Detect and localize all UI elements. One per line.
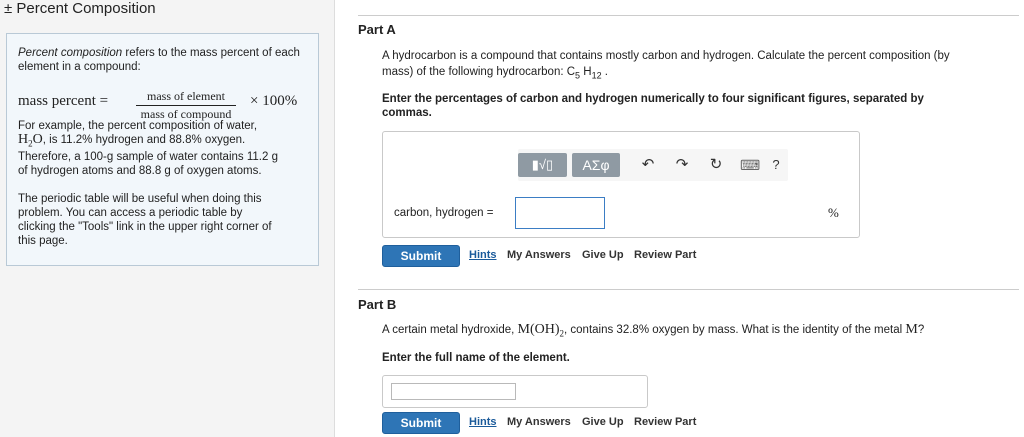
part-a-instruction-line2: commas. [382, 107, 432, 119]
example-mid: , is 11.2% hydrogen and 88.8% oxygen. [42, 134, 246, 146]
part-b-instruction: Enter the full name of the element. [382, 352, 570, 364]
periodic-line4: this page. [18, 235, 68, 247]
part-b-divider [358, 289, 1019, 290]
question-prefix: mass) of the following hydrocarbon: C [382, 66, 576, 78]
part-b-question-mid: , contains 32.8% oxygen by mass. What is… [564, 324, 906, 336]
part-b-my-answers-link[interactable]: My Answers [507, 416, 571, 428]
periodic-line3: clicking the "Tools" link in the upper r… [18, 221, 272, 233]
formula-fraction: mass of element mass of compound [136, 89, 236, 122]
part-b-title: Part B [358, 297, 397, 312]
hydroxide-formula: M(OH) [517, 322, 560, 337]
part-b-hints-link[interactable]: Hints [469, 416, 497, 428]
formula-lhs: mass percent = [18, 93, 109, 109]
part-a-review-link[interactable]: Review Part [634, 249, 696, 261]
part-a-question-line2: mass) of the following hydrocarbon: C5 H… [382, 65, 608, 82]
example-line1: For example, the percent composition of … [18, 120, 258, 132]
part-b-review-link[interactable]: Review Part [634, 416, 696, 428]
part-a-give-up-link[interactable]: Give Up [582, 249, 624, 261]
math-toolbar: ▮√▯ ΑΣφ ↶ ↷ ↻ ⌨ ? [518, 149, 788, 181]
symbols-button[interactable]: ΑΣφ [572, 153, 620, 177]
periodic-line2: problem. You can access a periodic table… [18, 207, 243, 219]
formula-numerator: mass of element [136, 89, 236, 106]
left-panel: ± Percent Composition Percent compositio… [0, 0, 335, 437]
redo-icon[interactable]: ↷ [672, 155, 692, 175]
part-a-title: Part A [358, 22, 396, 37]
formula-times: × 100% [250, 93, 298, 109]
element-name-input[interactable] [391, 383, 516, 400]
example-line3: Therefore, a 100-g sample of water conta… [18, 151, 278, 163]
part-b-question: A certain metal hydroxide, M(OH)2, conta… [382, 323, 924, 340]
part-a-hints-link[interactable]: Hints [469, 249, 497, 261]
water-formula-o: O [32, 132, 43, 147]
part-b-give-up-link[interactable]: Give Up [582, 416, 624, 428]
part-a-my-answers-link[interactable]: My Answers [507, 249, 571, 261]
part-b-question-prefix: A certain metal hydroxide, [382, 324, 518, 336]
carbon-hydrogen-input[interactable] [515, 197, 605, 229]
hydrogen-symbol: H [580, 66, 592, 78]
percent-unit: % [828, 205, 839, 220]
intro-text: Percent composition refers to the mass p… [18, 46, 313, 74]
page-title: ± Percent Composition [4, 0, 156, 17]
undo-icon[interactable]: ↶ [638, 155, 658, 175]
carbon-hydrogen-label: carbon, hydrogen = [394, 207, 494, 219]
part-a-divider [358, 15, 1019, 16]
part-b-question-end: ? [917, 324, 925, 336]
keyboard-icon[interactable]: ⌨ [740, 155, 760, 175]
example-line4: of hydrogen atoms and 88.8 g of oxygen a… [18, 165, 262, 177]
hydrogen-subscript: 12 [591, 70, 602, 81]
periodic-line1: The periodic table will be useful when d… [18, 193, 262, 205]
reset-icon[interactable]: ↻ [706, 155, 726, 175]
water-formula-h: H [18, 132, 29, 147]
part-a-instruction-line1: Enter the percentages of carbon and hydr… [382, 93, 924, 105]
mass-percent-formula: mass percent = mass of element mass of c… [18, 89, 318, 121]
example-line2: H2O, is 11.2% hydrogen and 88.8% oxygen. [18, 133, 313, 150]
part-a-submit-button[interactable]: Submit [382, 245, 460, 267]
template-button[interactable]: ▮√▯ [518, 153, 567, 177]
intro-italic: Percent composition [18, 47, 123, 59]
info-box: Percent composition refers to the mass p… [6, 33, 319, 266]
part-b-answer-box [382, 375, 648, 408]
part-b-submit-button[interactable]: Submit [382, 412, 460, 434]
help-icon[interactable]: ? [766, 155, 786, 175]
part-a-question-line1: A hydrocarbon is a compound that contain… [382, 50, 950, 62]
metal-symbol: M [905, 322, 918, 337]
part-a-answer-box: ▮√▯ ΑΣφ ↶ ↷ ↻ ⌨ ? carbon, hydrogen = % [382, 131, 860, 238]
question-end: . [601, 66, 608, 78]
